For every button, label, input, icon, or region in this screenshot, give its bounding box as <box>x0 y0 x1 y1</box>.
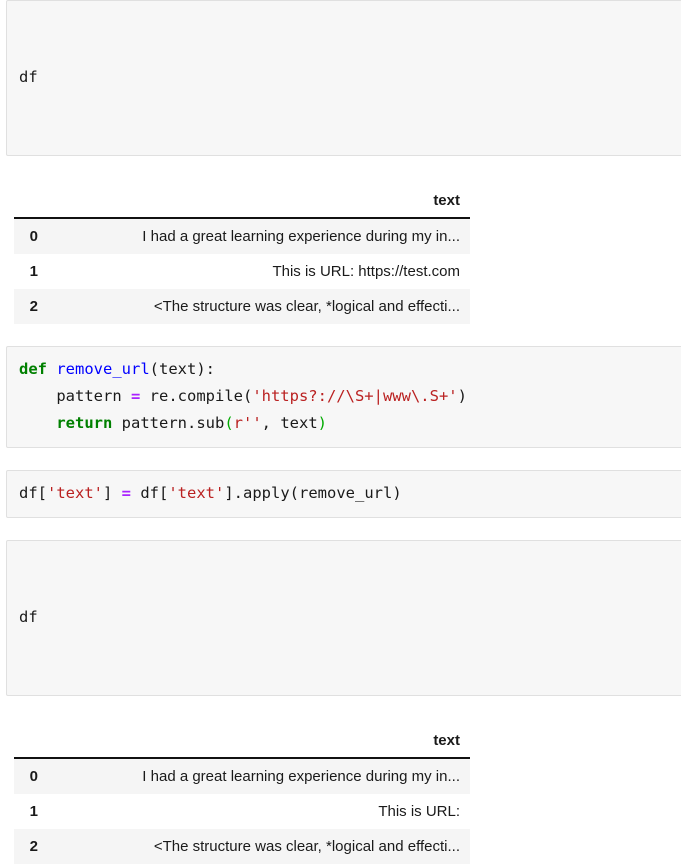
code-cell-remove-url[interactable]: def remove_url(text): pattern = re.compi… <box>6 346 681 448</box>
dataframe-output-1: text 0 I had a great learning experience… <box>0 186 681 324</box>
code-token: pattern <box>19 387 131 405</box>
table-row: 1 This is URL: <box>14 794 470 829</box>
table-head: text <box>14 726 470 759</box>
table-body: 0 I had a great learning experience duri… <box>14 218 470 324</box>
dataframe-table: text 0 I had a great learning experience… <box>14 726 470 864</box>
code-token: df[ <box>19 484 47 502</box>
code-token: (text): <box>149 360 215 378</box>
code-token: ] <box>103 484 122 502</box>
code-token: return <box>56 414 113 432</box>
code-line: pattern = re.compile('https?://\S+|www\.… <box>19 383 681 410</box>
code-line: def remove_url(text): <box>19 356 681 383</box>
notebook-container: df text 0 I had a great learning experie… <box>0 0 681 864</box>
row-cell-text: This is URL: https://test.com <box>272 263 460 280</box>
row-index: 1 <box>29 263 38 280</box>
code-line: df <box>19 608 38 626</box>
row-cell-text: I had a great learning experience during… <box>142 768 460 785</box>
table-row: 0 I had a great learning experience duri… <box>14 218 470 254</box>
code-token: df[ <box>131 484 169 502</box>
code-token: def <box>19 360 57 378</box>
table-head: text <box>14 186 470 219</box>
table-row: 0 I had a great learning experience duri… <box>14 758 470 794</box>
index-column-header <box>14 186 44 219</box>
table-row: 2 <The structure was clear, *logical and… <box>14 829 470 864</box>
row-index: 0 <box>29 768 38 785</box>
index-column-header <box>14 726 44 759</box>
code-token: pattern.sub <box>112 414 225 432</box>
row-index: 0 <box>29 228 38 245</box>
dataframe-table: text 0 I had a great learning experience… <box>14 186 470 324</box>
code-cell-df-1[interactable]: df <box>6 0 681 156</box>
code-token: ) <box>457 387 467 405</box>
row-cell-text: <The structure was clear, *logical and e… <box>153 298 460 315</box>
row-cell-text: <The structure was clear, *logical and e… <box>153 838 460 855</box>
table-header-row: text <box>14 726 470 759</box>
code-cell-apply-remove-url[interactable]: df['text'] = df['text'].apply(remove_url… <box>6 470 681 518</box>
code-token: , text <box>261 414 318 432</box>
code-token: 'text' <box>168 484 225 502</box>
code-token: ) <box>317 414 327 432</box>
table-row: 2 <The structure was clear, *logical and… <box>14 289 470 324</box>
code-token: ( <box>224 414 234 432</box>
code-token: 'text' <box>47 484 103 502</box>
table-body: 0 I had a great learning experience duri… <box>14 758 470 864</box>
code-line: df['text'] = df['text'].apply(remove_url… <box>19 480 681 507</box>
code-line: return pattern.sub(r'', text) <box>19 410 681 437</box>
code-token: 'https?://\S+|www\.S+' <box>252 387 458 405</box>
column-header-text: text <box>44 726 470 759</box>
row-index: 2 <box>29 838 38 855</box>
code-token: re.compile( <box>140 387 253 405</box>
row-cell-text: I had a great learning experience during… <box>142 228 460 245</box>
row-index: 2 <box>29 298 38 315</box>
code-token: = <box>130 387 141 405</box>
code-cell-df-2[interactable]: df <box>6 540 681 696</box>
dataframe-output-2: text 0 I had a great learning experience… <box>0 726 681 864</box>
row-cell-text: This is URL: <box>378 803 460 820</box>
code-token: = <box>121 484 132 502</box>
row-index: 1 <box>29 803 38 820</box>
code-token: ].apply(remove_url) <box>224 484 402 502</box>
code-token: remove_url <box>56 360 150 378</box>
column-header-text: text <box>44 186 470 219</box>
table-row: 1 This is URL: https://test.com <box>14 254 470 289</box>
code-token: r'' <box>233 414 262 432</box>
code-line: df <box>19 68 38 86</box>
table-header-row: text <box>14 186 470 219</box>
